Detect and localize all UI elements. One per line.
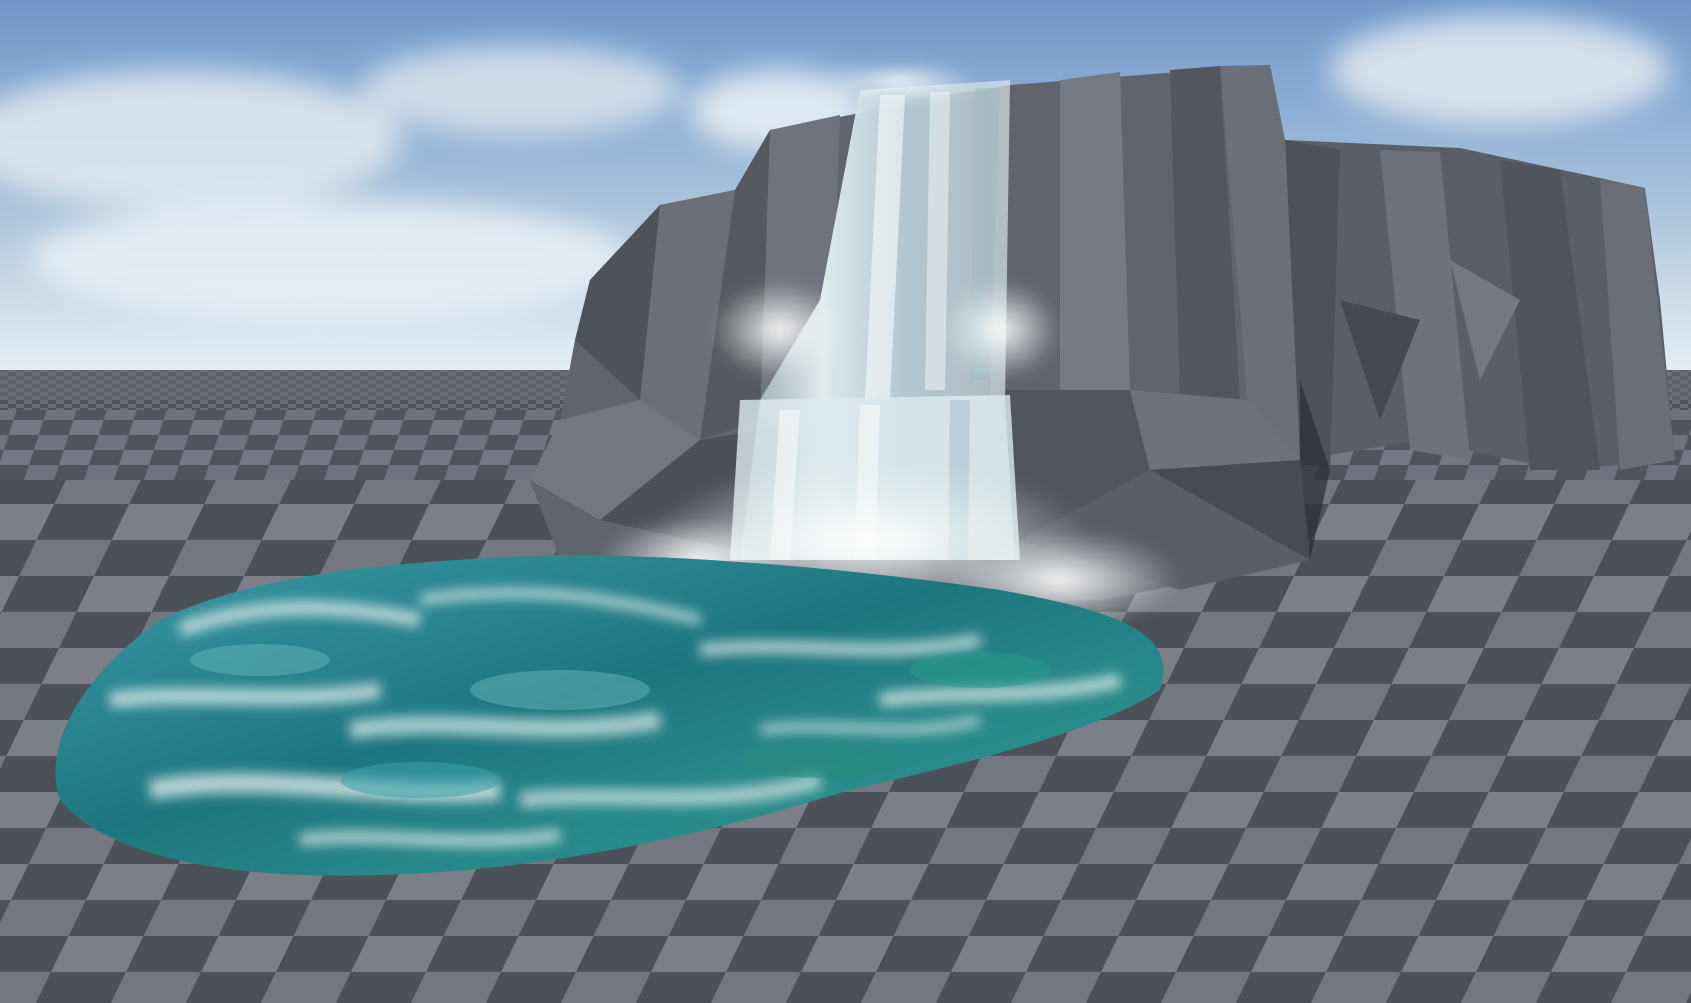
cliff-back [1285, 140, 1675, 470]
game-viewport[interactable] [0, 0, 1691, 1003]
